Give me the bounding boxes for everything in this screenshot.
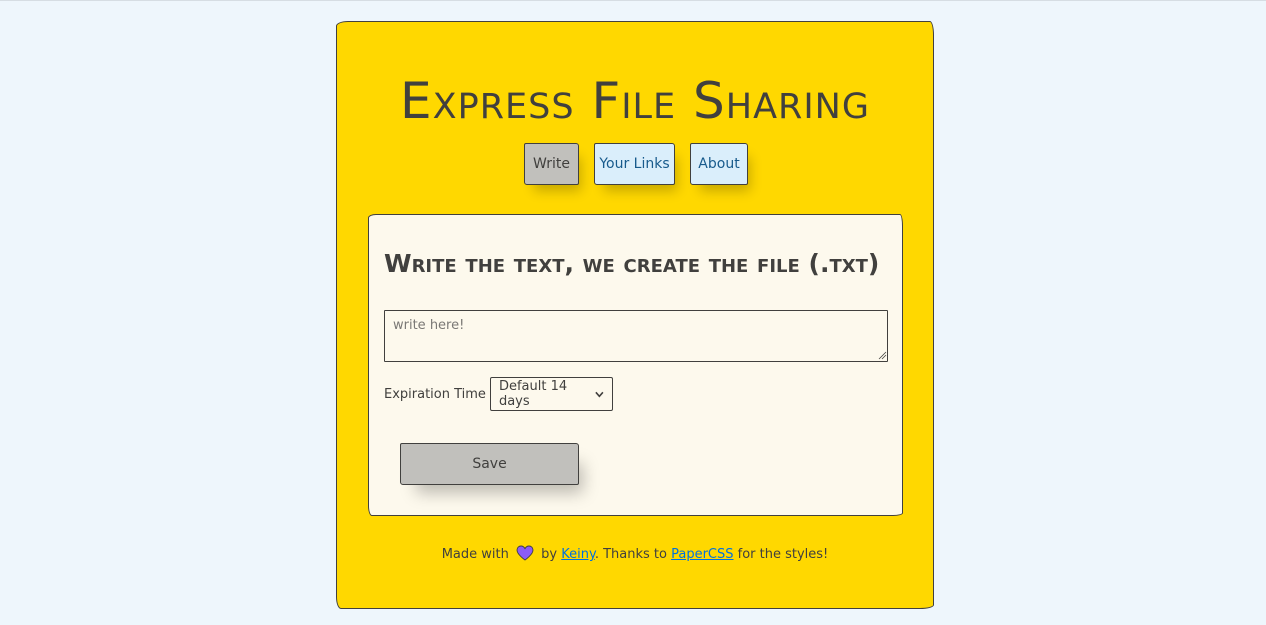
footer: Made with by Keiny. Thanks to PaperCSS f…	[337, 545, 933, 562]
save-button[interactable]: Save	[400, 443, 579, 485]
tab-write[interactable]: Write	[524, 143, 579, 185]
expiration-selected-value: Default 14 days	[498, 379, 568, 409]
nav-bar: Write Your Links About	[337, 143, 933, 185]
chevron-down-icon	[595, 391, 604, 397]
text-input[interactable]	[384, 310, 888, 362]
author-link[interactable]: Keiny	[561, 547, 595, 562]
heart-icon	[516, 545, 534, 561]
page-title: Express File Sharing	[400, 72, 870, 130]
write-card: Write the text, we create the file (.txt…	[368, 214, 903, 516]
papercss-link[interactable]: PaperCSS	[671, 547, 733, 562]
footer-made-with: Made with	[441, 547, 509, 562]
card-title: Write the text, we create the file (.txt…	[384, 249, 880, 278]
expiration-label: Expiration Time	[384, 386, 486, 402]
expiration-select[interactable]: Default 14 days	[489, 377, 613, 411]
tab-your-links[interactable]: Your Links	[594, 143, 675, 185]
expiration-row: Expiration Time Default 14 days	[384, 377, 613, 411]
footer-suffix: for the styles!	[737, 547, 829, 562]
main-paper-container: Express File Sharing Write Your Links Ab…	[336, 21, 934, 609]
footer-thanks: . Thanks to	[594, 547, 667, 562]
tab-about[interactable]: About	[690, 143, 748, 185]
footer-by: by	[541, 547, 558, 562]
